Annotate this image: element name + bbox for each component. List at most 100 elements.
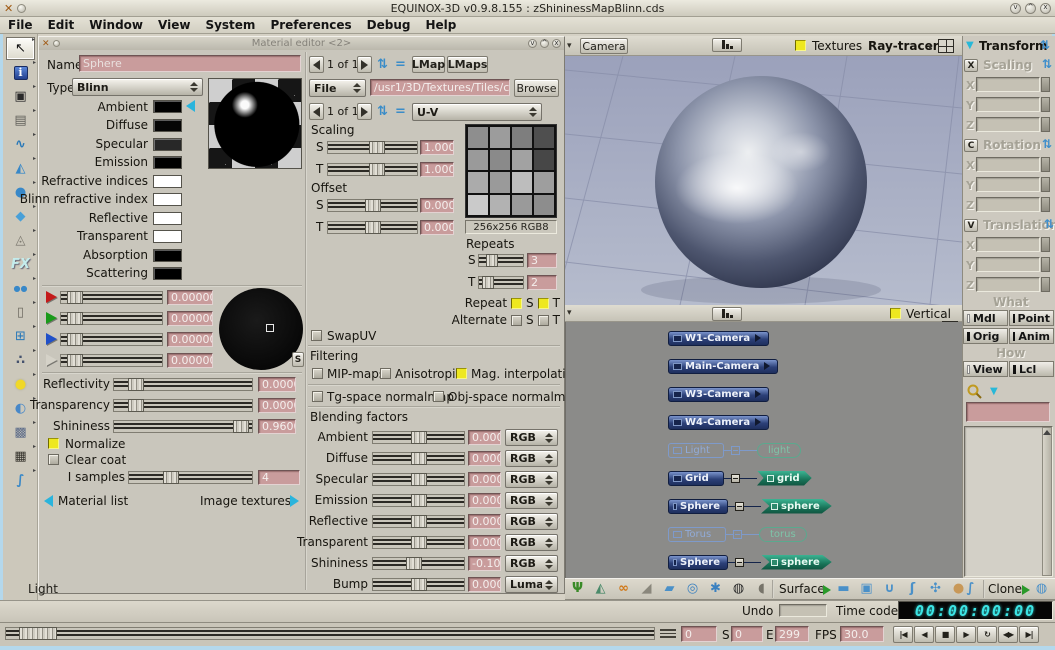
bump-blend-mode[interactable]: Luma [505, 576, 558, 593]
anim-button[interactable]: Anim [1009, 328, 1054, 344]
scaling-x-input[interactable] [976, 77, 1040, 92]
array-tool-icon[interactable]: ✣ [925, 579, 946, 598]
offset-s-slider[interactable] [327, 199, 418, 212]
bump-blend-slider[interactable] [372, 578, 465, 591]
reflective-blend-value[interactable]: 0.000 [468, 514, 501, 529]
anisotropic-checkbox[interactable] [380, 368, 391, 379]
scaling-y-stepper[interactable] [1041, 97, 1050, 112]
stop-button[interactable]: ■ [935, 626, 955, 643]
mapping-dropdown[interactable]: U-V [412, 103, 542, 121]
scaling-t-slider[interactable] [327, 163, 418, 176]
window-icon[interactable]: ✕ [42, 39, 50, 49]
reflectivity-value[interactable]: 0.0000 [258, 377, 296, 392]
prev-material-arrow-icon[interactable] [186, 100, 195, 112]
collapse-icon[interactable]: ▼ [966, 40, 974, 51]
go-start-button[interactable]: |◀ [893, 626, 913, 643]
material-editor-titlebar[interactable]: ✕ Material editor <2> [39, 37, 564, 50]
plane-tool-icon[interactable]: ▰ [659, 579, 680, 598]
translation-key-button[interactable]: V [964, 219, 978, 232]
pipe-tool-icon[interactable]: ∫ [960, 579, 981, 598]
rotation-z-stepper[interactable] [1041, 197, 1050, 212]
alternate-t-checkbox[interactable] [538, 315, 549, 326]
minimize-icon[interactable] [528, 39, 537, 48]
equals-icon[interactable]: = [395, 58, 406, 71]
emission-blend-value[interactable]: 0.000 [468, 493, 501, 508]
swapuv-checkbox[interactable] [311, 330, 322, 341]
image-textures-arrow-icon[interactable] [290, 495, 299, 507]
specular-blend-mode[interactable]: RGB [505, 471, 558, 488]
close-icon[interactable] [1040, 3, 1051, 14]
view-button[interactable]: View [963, 361, 1008, 377]
window-menu-icon[interactable] [53, 40, 60, 47]
search-input[interactable] [966, 402, 1050, 422]
transparent-color-swatch[interactable] [153, 230, 182, 243]
current-frame-input[interactable]: 0 [681, 626, 717, 642]
animation-tool-icon[interactable]: ▦ [6, 445, 35, 468]
reflective-color-swatch[interactable] [153, 212, 182, 225]
transparent-blend-value[interactable]: 0.000 [468, 535, 501, 550]
next-layer-button[interactable] [357, 103, 372, 120]
scattering-color-swatch[interactable] [153, 267, 182, 280]
red-channel-slider[interactable] [60, 291, 163, 304]
lmap-button[interactable]: LMap [412, 56, 445, 73]
kinematics-tool-icon[interactable]: ∫ [6, 469, 35, 492]
transform-tool-icon[interactable]: ⊞ [6, 325, 35, 348]
maximize-icon[interactable] [1025, 3, 1036, 14]
shininess-value[interactable]: 0.9600 [258, 419, 296, 434]
surface-expand-icon[interactable] [823, 585, 831, 595]
lcl-button[interactable]: Lcl [1009, 361, 1054, 377]
microphone-tool-icon[interactable]: ◖ [751, 579, 772, 598]
clone-expand-icon[interactable] [1022, 585, 1030, 595]
lmaps-button[interactable]: LMaps [447, 56, 488, 73]
green-channel-value[interactable]: 0.000000 [167, 311, 213, 326]
layout-grid-icon[interactable] [938, 39, 954, 53]
diffuse-blend-value[interactable]: 0.000 [468, 451, 501, 466]
rotation-y-stepper[interactable] [1041, 177, 1050, 192]
specular-color-swatch[interactable] [153, 138, 182, 151]
reflective-blend-mode[interactable]: RGB [505, 513, 558, 530]
mdl-button[interactable]: Mdl [963, 310, 1008, 326]
fps-input[interactable]: 30.0 [840, 626, 884, 642]
translation-x-stepper[interactable] [1041, 237, 1050, 252]
diffuse-color-swatch[interactable] [153, 119, 182, 132]
material-list-link[interactable]: Material list [58, 494, 128, 508]
minimize-icon[interactable] [1010, 3, 1021, 14]
color-wheel[interactable] [219, 288, 303, 370]
translation-x-input[interactable] [976, 237, 1040, 252]
loop-button[interactable]: ↻ [977, 626, 997, 643]
offset-t-slider[interactable] [327, 221, 418, 234]
shininess-blend-value[interactable]: -0.100 [468, 556, 501, 571]
select-tool-icon[interactable]: ↖ [6, 37, 35, 60]
menu-preferences[interactable]: Preferences [270, 18, 351, 32]
textures-checkbox[interactable] [795, 40, 806, 51]
ambient-blend-mode[interactable]: RGB [505, 429, 558, 446]
scaling-y-input[interactable] [976, 97, 1040, 112]
shininess-blend-mode[interactable]: RGB [505, 555, 558, 572]
texture-source-dropdown[interactable]: File [309, 79, 366, 97]
scaling-x-stepper[interactable] [1041, 77, 1050, 92]
transparency-value[interactable]: 0.0000 [258, 398, 296, 413]
sort-icon[interactable]: ⇅ [377, 105, 388, 118]
offset-t-value[interactable]: 0.0000 [420, 220, 454, 235]
delete-tool-icon[interactable]: ▯ [6, 301, 35, 324]
menu-view[interactable]: View [158, 18, 190, 32]
step-back-button[interactable]: ◀ [914, 626, 934, 643]
reset-transform-icon[interactable]: ⇅ [1040, 39, 1050, 51]
vertical-checkbox[interactable] [890, 308, 901, 319]
deform-tool-icon[interactable]: ◢ [636, 579, 657, 598]
scaling-key-button[interactable]: X [964, 59, 978, 72]
specular-blend-slider[interactable] [372, 473, 465, 486]
renderer-dropdown-icon[interactable]: ▾ [928, 43, 933, 53]
repeats-s-value[interactable]: 3 [527, 253, 557, 268]
image-textures-link[interactable]: Image textures [200, 494, 291, 508]
scaling-s-value[interactable]: 1.0000 [420, 140, 454, 155]
rotation-x-stepper[interactable] [1041, 157, 1050, 172]
green-channel-slider[interactable] [60, 312, 163, 325]
orig-button[interactable]: Orig [963, 328, 1008, 344]
scrollbar[interactable] [1042, 427, 1052, 576]
specular-blend-value[interactable]: 0.000 [468, 472, 501, 487]
material-list-arrow-icon[interactable] [44, 495, 53, 507]
menu-window[interactable]: Window [89, 18, 143, 32]
next-page-button[interactable] [357, 56, 372, 73]
hierarchy-tool-icon[interactable]: ∴ [6, 349, 35, 372]
